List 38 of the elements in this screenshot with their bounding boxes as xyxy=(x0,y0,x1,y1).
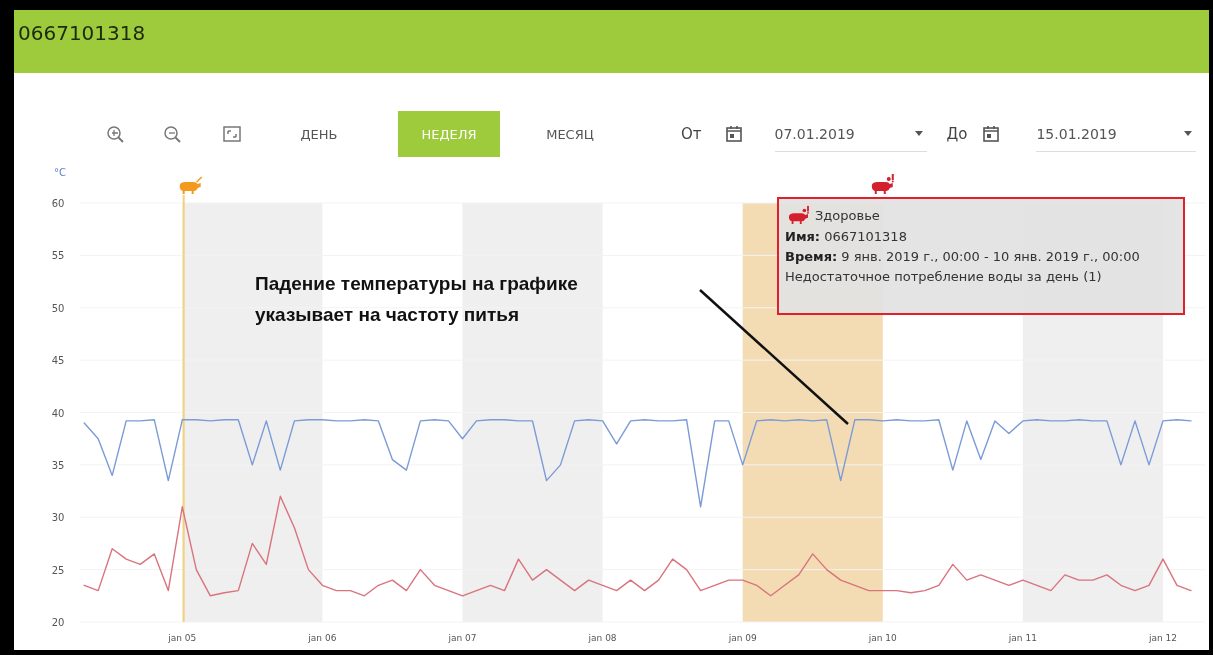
period-tab[interactable]: ДЕНЬ xyxy=(268,111,370,157)
x-axis-label: jan 07 xyxy=(448,633,477,643)
calendar-icon[interactable] xyxy=(981,124,1002,144)
x-axis-label: jan 12 xyxy=(1148,633,1177,643)
caret-icon[interactable] xyxy=(1184,130,1193,137)
fit-screen-icon[interactable] xyxy=(222,124,242,144)
date-field[interactable]: 07.01.2019 xyxy=(774,116,927,152)
zoom-out-icon[interactable] xyxy=(162,124,182,144)
tooltip-line: Время: 9 янв. 2019 г., 00:00 - 10 янв. 2019 г., 00:00 xyxy=(785,248,1141,265)
x-axis-label: jan 05 xyxy=(168,633,197,643)
cow-icon[interactable] xyxy=(871,174,894,194)
period-tab[interactable]: МЕСЯЦ xyxy=(519,111,621,157)
y-axis-label: 55 xyxy=(51,250,65,262)
tooltip-line: Имя: 0667101318 xyxy=(785,228,908,245)
x-axis-label: jan 09 xyxy=(728,633,757,643)
tooltip-line: Недостаточное потребление воды за день (1) xyxy=(785,268,1103,285)
to-label: До xyxy=(946,125,968,143)
y-axis-label: 40 xyxy=(51,407,65,419)
tooltip-title: Здоровье xyxy=(815,206,880,224)
y-axis-label: 30 xyxy=(51,512,65,524)
x-axis-label: jan 06 xyxy=(308,633,337,643)
y-axis-label: 60 xyxy=(51,198,65,209)
y-axis-label: 50 xyxy=(51,302,65,314)
y-axis-label: 20 xyxy=(51,617,65,628)
from-label: От xyxy=(681,125,702,143)
annotation-text: Падение температуры на графике указывает на частоту питья xyxy=(255,272,579,327)
unit-label: °C xyxy=(54,167,66,178)
x-axis-label: jan 11 xyxy=(1008,633,1037,643)
page-title: 0667101318 xyxy=(18,21,146,45)
y-axis-label: 45 xyxy=(51,355,65,367)
x-axis-label: jan 10 xyxy=(868,633,897,643)
y-axis-label: 25 xyxy=(51,564,65,576)
date-field[interactable]: 15.01.2019 xyxy=(1036,116,1197,152)
x-axis-label: jan 08 xyxy=(588,633,617,643)
caret-icon[interactable] xyxy=(914,130,923,137)
y-axis-label: 35 xyxy=(51,459,65,471)
zoom-in-icon[interactable] xyxy=(105,124,125,144)
calendar-icon[interactable] xyxy=(723,124,744,144)
